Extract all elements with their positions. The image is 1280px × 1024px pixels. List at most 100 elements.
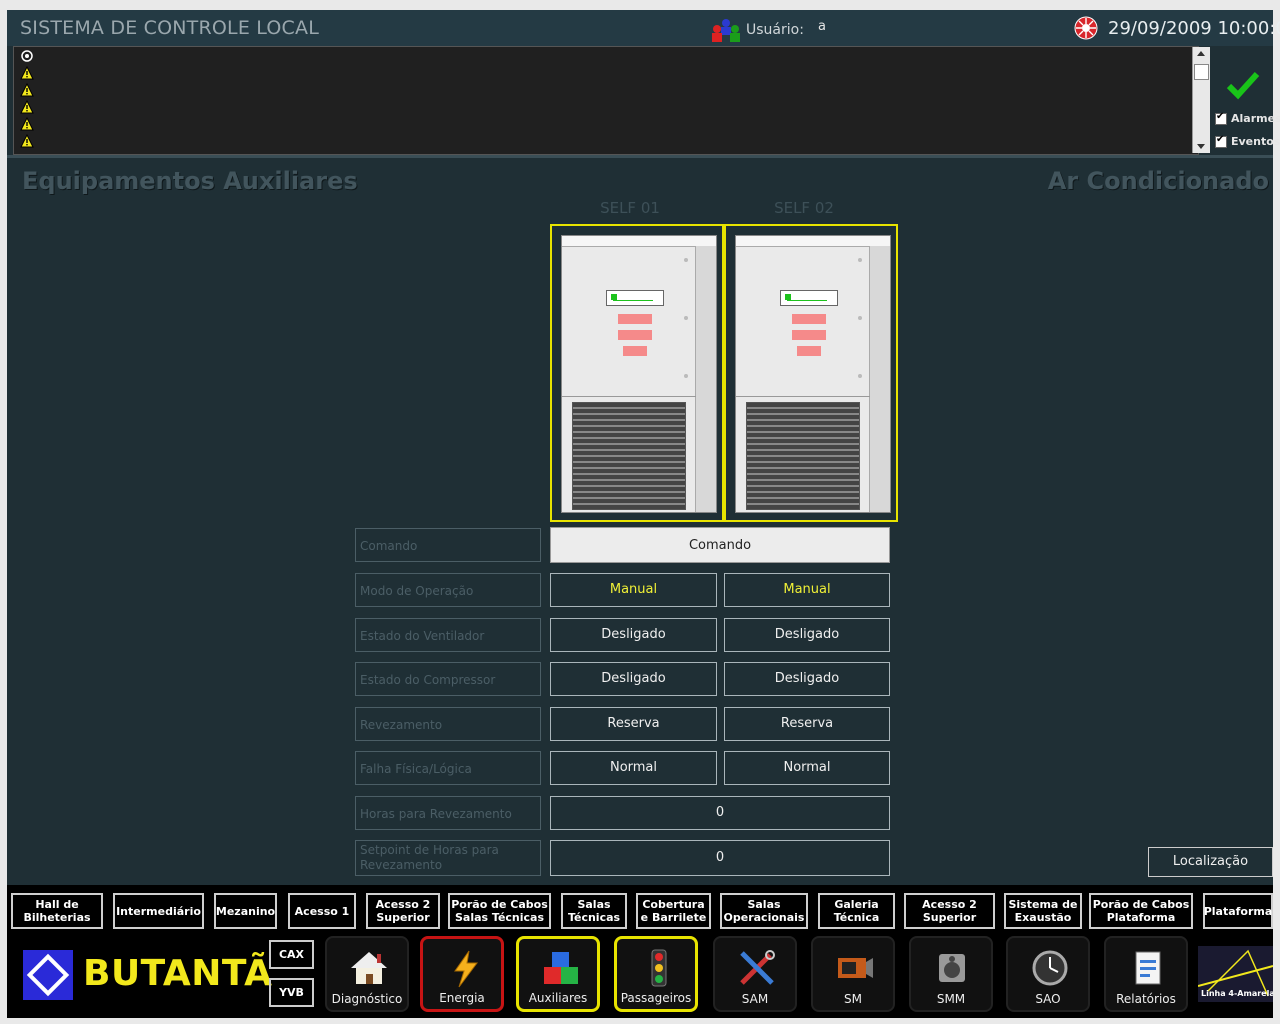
system-label: Passageiros bbox=[620, 991, 692, 1005]
smm-button[interactable]: SMM bbox=[909, 936, 993, 1012]
fan-state-1: Desligado bbox=[550, 618, 717, 652]
hours-value[interactable]: 0 bbox=[550, 796, 890, 830]
yvb-button[interactable]: YVB bbox=[269, 978, 314, 1007]
camera-icon bbox=[838, 958, 873, 978]
row-label: Modo de Operação bbox=[355, 573, 541, 607]
clock-icon bbox=[1032, 950, 1068, 986]
line-4-logo: Linha 4-Amarela bbox=[1198, 946, 1273, 1002]
nav-mezanino[interactable]: Mezanino bbox=[214, 893, 277, 929]
cabinet-top bbox=[736, 236, 890, 247]
status-led bbox=[797, 346, 821, 356]
cabinet-side bbox=[869, 246, 890, 512]
operation-mode-2: Manual bbox=[724, 573, 890, 607]
diagnostico-button[interactable]: Diagnóstico bbox=[325, 936, 409, 1012]
fault-2: Normal bbox=[724, 751, 890, 785]
rotation-1: Reserva bbox=[550, 707, 717, 741]
status-led bbox=[792, 314, 826, 324]
scroll-thumb[interactable] bbox=[1194, 64, 1209, 80]
cax-button[interactable]: CAX bbox=[269, 940, 314, 969]
checkbox[interactable] bbox=[1215, 112, 1227, 125]
nav-salas-tecnicas[interactable]: Salas Técnicas bbox=[561, 893, 627, 929]
users-icon bbox=[712, 19, 740, 42]
location-button[interactable]: Localização bbox=[1148, 847, 1273, 877]
vent-grille bbox=[572, 402, 686, 510]
system-label: SAM bbox=[741, 992, 769, 1006]
nav-salas-operacionais[interactable]: Salas Operacionais bbox=[720, 893, 808, 929]
lightning-icon bbox=[454, 950, 478, 988]
energia-button[interactable]: Energia bbox=[420, 936, 504, 1012]
nav-intermediario[interactable]: Intermediário bbox=[113, 893, 204, 929]
rotation-2: Reserva bbox=[724, 707, 890, 741]
setpoint-value[interactable]: 0 bbox=[550, 840, 890, 876]
metro-logo-icon bbox=[23, 950, 73, 1000]
alarm-list[interactable] bbox=[13, 46, 1199, 155]
unit-name: SELF 01 bbox=[600, 199, 660, 217]
filter-alarmes[interactable]: Alarmes bbox=[1215, 112, 1280, 128]
user-label: Usuário: bbox=[746, 22, 804, 38]
row-label: Falha Física/Lógica bbox=[355, 751, 541, 785]
filter-label: Alarmes bbox=[1231, 112, 1280, 125]
screw-icon bbox=[858, 374, 862, 378]
house-icon bbox=[351, 952, 387, 984]
relatorios-button[interactable]: Relatórios bbox=[1104, 936, 1188, 1012]
nav-acesso-1[interactable]: Acesso 1 bbox=[288, 893, 356, 929]
ac-unit-self-01[interactable] bbox=[550, 224, 724, 522]
alarm-scrollbar[interactable] bbox=[1192, 47, 1210, 153]
checkbox[interactable] bbox=[1215, 135, 1227, 148]
status-led bbox=[623, 346, 647, 356]
system-label: Auxiliares bbox=[528, 991, 588, 1005]
nav-sistema-exaustao[interactable]: Sistema de Exaustão bbox=[1004, 893, 1082, 929]
vent-grille bbox=[746, 402, 860, 510]
warning-icon bbox=[20, 117, 34, 131]
section-title: Equipamentos Auxiliares bbox=[22, 167, 358, 195]
system-title: SISTEMA DE CONTROLE LOCAL bbox=[20, 17, 319, 39]
line-label: Linha 4-Amarela bbox=[1201, 989, 1273, 998]
compressor-state-2: Desligado bbox=[724, 662, 890, 696]
scroll-down-icon[interactable] bbox=[1197, 144, 1205, 149]
acknowledge-check-icon[interactable] bbox=[1226, 70, 1260, 100]
scroll-up-icon[interactable] bbox=[1197, 51, 1205, 56]
speaker-icon bbox=[939, 954, 965, 982]
main-screen: SISTEMA DE CONTROLE LOCAL Usuário: a 29/… bbox=[7, 10, 1280, 1018]
nav-porao-cabos-salas[interactable]: Porão de Cabos Salas Técnicas bbox=[448, 893, 551, 929]
nav-acesso-2-superior-b[interactable]: Acesso 2 Superior bbox=[904, 893, 995, 929]
alarm-siren-icon[interactable] bbox=[1074, 16, 1098, 40]
warning-icon bbox=[20, 66, 34, 80]
display-icon bbox=[780, 290, 838, 306]
ac-unit-self-02[interactable] bbox=[724, 224, 898, 522]
traffic-light-icon bbox=[651, 949, 667, 987]
row-label: Estado do Compressor bbox=[355, 662, 541, 696]
nav-galeria-tecnica[interactable]: Galeria Técnica bbox=[818, 893, 895, 929]
fan-state-2: Desligado bbox=[724, 618, 890, 652]
status-led bbox=[618, 314, 652, 324]
warning-icon bbox=[20, 83, 34, 97]
filter-eventos[interactable]: Eventos bbox=[1215, 135, 1280, 151]
passageiros-button[interactable]: Passageiros bbox=[614, 936, 698, 1012]
command-button[interactable]: Comando bbox=[550, 527, 890, 563]
sm-button[interactable]: SM bbox=[811, 936, 895, 1012]
status-led bbox=[792, 330, 826, 340]
fault-1: Normal bbox=[550, 751, 717, 785]
nav-plataforma[interactable]: Plataforma bbox=[1203, 893, 1273, 929]
nav-porao-cabos-plataforma[interactable]: Porão de Cabos Plataforma bbox=[1089, 893, 1193, 929]
tools-icon bbox=[740, 950, 775, 985]
screw-icon bbox=[858, 258, 862, 262]
command-label: Comando bbox=[355, 528, 541, 562]
sam-button[interactable]: SAM bbox=[713, 936, 797, 1012]
station-name: BUTANTÃ bbox=[83, 953, 273, 994]
screw-icon bbox=[858, 316, 862, 320]
warning-icon bbox=[20, 134, 34, 148]
display-icon bbox=[606, 290, 664, 306]
datetime: 29/09/2009 10:00:01 bbox=[1108, 18, 1280, 39]
auxiliares-button[interactable]: Auxiliares bbox=[516, 936, 600, 1012]
nav-hall-bilheterias[interactable]: Hall de Bilheterias bbox=[11, 893, 103, 929]
nav-cobertura[interactable]: Cobertura e Barrilete bbox=[636, 893, 711, 929]
status-led bbox=[618, 330, 652, 340]
row-label: Estado do Ventilador bbox=[355, 618, 541, 652]
header-bar: SISTEMA DE CONTROLE LOCAL Usuário: a 29/… bbox=[7, 10, 1280, 46]
system-label: SM bbox=[844, 992, 862, 1006]
sao-button[interactable]: SAO bbox=[1006, 936, 1090, 1012]
filter-label: Eventos bbox=[1231, 135, 1280, 148]
row-label: Setpoint de Horas para Revezamento bbox=[355, 840, 541, 876]
nav-acesso-2-superior[interactable]: Acesso 2 Superior bbox=[366, 893, 440, 929]
